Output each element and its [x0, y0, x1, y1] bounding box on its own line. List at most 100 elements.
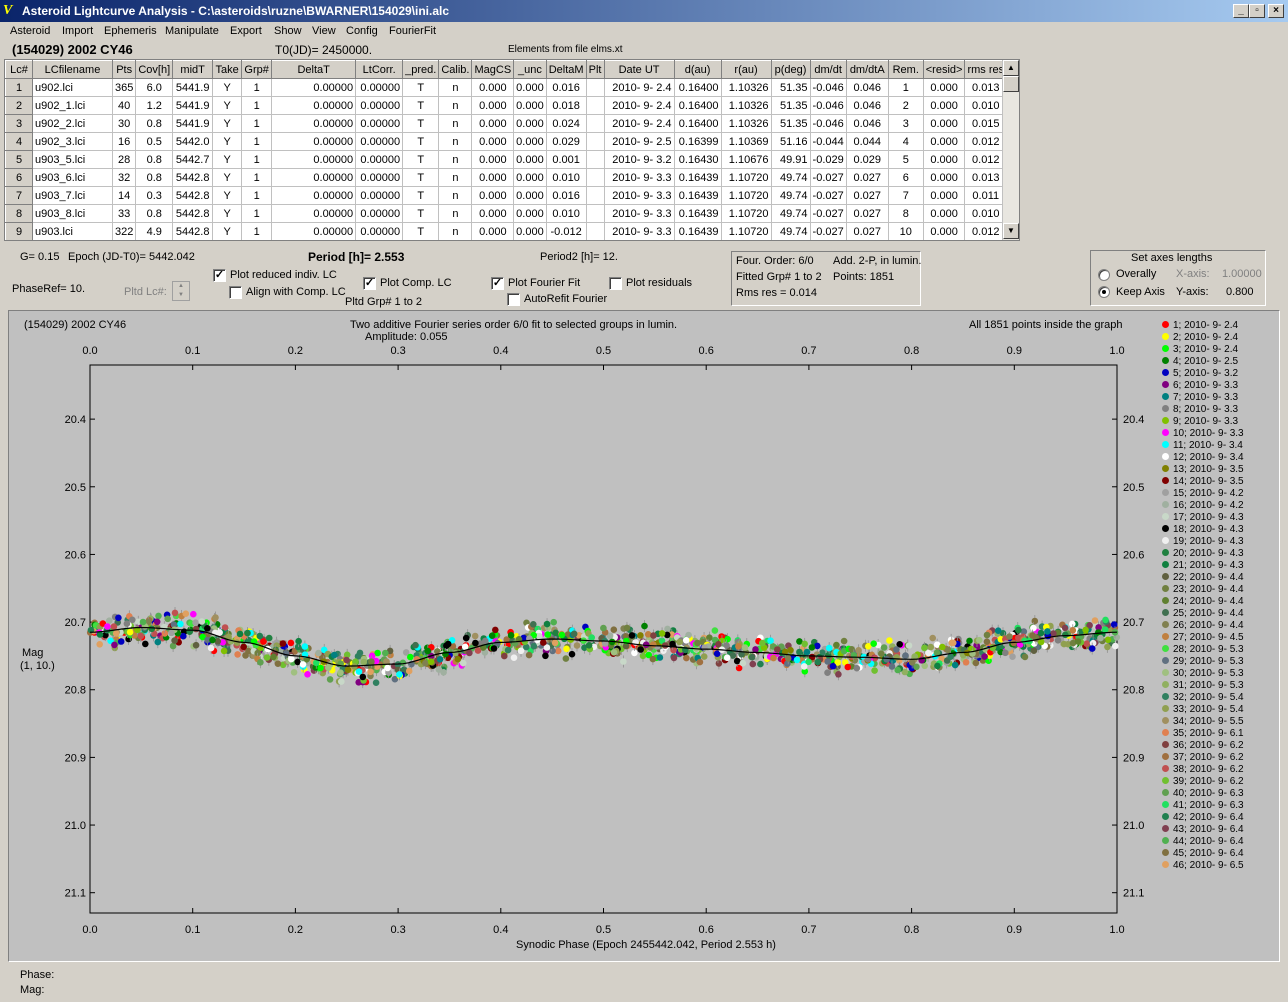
legend-swatch — [1162, 393, 1169, 400]
data-point — [234, 651, 241, 658]
legend-swatch — [1162, 501, 1169, 508]
data-point — [444, 640, 452, 648]
x-tick-label-top: 0.3 — [390, 345, 405, 357]
data-point — [886, 637, 893, 644]
data-point — [902, 652, 909, 659]
legend-label: 19; 2010- 9- 4.3 — [1173, 536, 1244, 547]
y-tick-label-right: 20.9 — [1123, 752, 1144, 764]
legend-label: 38; 2010- 9- 6.2 — [1173, 764, 1244, 775]
legend-label: 31; 2010- 9- 5.3 — [1173, 680, 1244, 691]
legend-label: 37; 2010- 9- 6.2 — [1173, 752, 1244, 763]
legend-label: 1; 2010- 9- 2.4 — [1173, 320, 1239, 331]
data-point — [117, 638, 125, 645]
legend-item: 22; 2010- 9- 4.4 — [1162, 572, 1244, 584]
legend-label: 44; 2010- 9- 6.4 — [1173, 836, 1244, 847]
legend-label: 4; 2010- 9- 2.5 — [1173, 356, 1239, 367]
legend-swatch — [1162, 765, 1169, 772]
data-point — [488, 632, 496, 639]
legend-label: 41; 2010- 9- 6.3 — [1173, 800, 1244, 811]
legend-item: 14; 2010- 9- 3.5 — [1162, 476, 1244, 488]
legend-swatch — [1162, 441, 1169, 448]
data-point — [871, 667, 878, 674]
data-point — [279, 640, 287, 647]
legend-swatch — [1162, 477, 1169, 484]
data-point — [256, 632, 264, 640]
data-point — [153, 618, 161, 626]
data-point — [774, 646, 781, 653]
legend-label: 18; 2010- 9- 4.3 — [1173, 524, 1244, 535]
data-point — [649, 655, 657, 663]
legend-item: 4; 2010- 9- 2.5 — [1162, 356, 1238, 368]
legend-item: 17; 2010- 9- 4.3 — [1162, 512, 1244, 524]
legend-swatch — [1162, 573, 1169, 580]
data-point — [948, 639, 956, 647]
data-point — [1006, 633, 1013, 640]
data-point — [536, 633, 543, 640]
data-point — [139, 618, 147, 626]
data-point — [1074, 638, 1082, 645]
data-point — [1037, 629, 1045, 637]
data-point — [299, 661, 307, 668]
legend-swatch — [1162, 645, 1169, 652]
data-point — [925, 649, 932, 657]
legend-item: 43; 2010- 9- 6.4 — [1162, 824, 1244, 836]
data-point — [198, 618, 206, 625]
lightcurve-plot[interactable]: 0.0 0.0 0.1 0.1 0.2 0.2 0.3 0.3 0.4 0.4 0.5 0.5 0.6 0… — [0, 0, 1288, 1002]
data-point — [724, 635, 731, 643]
legend-label: 11; 2010- 9- 3.4 — [1173, 440, 1243, 451]
data-point — [501, 652, 508, 660]
data-point — [664, 625, 671, 633]
data-point — [1112, 642, 1119, 650]
legend-item: 32; 2010- 9- 5.4 — [1162, 692, 1244, 704]
data-point — [482, 637, 489, 645]
legend-label: 27; 2010- 9- 4.5 — [1173, 632, 1244, 643]
x-tick-label: 0.0 — [82, 924, 97, 936]
data-point — [466, 649, 473, 657]
x-tick-label: 0.5 — [596, 924, 611, 936]
data-point — [542, 652, 549, 660]
x-tick-label-top: 0.5 — [596, 345, 611, 357]
legend-label: 35; 2010- 9- 6.1 — [1173, 728, 1244, 739]
data-point — [637, 632, 644, 639]
data-point — [530, 621, 537, 628]
data-point — [1015, 626, 1022, 634]
data-point — [894, 666, 901, 674]
legend-label: 36; 2010- 9- 6.2 — [1173, 740, 1244, 751]
legend-swatch — [1162, 537, 1169, 544]
data-point — [270, 653, 277, 661]
y-tick-label-right: 20.6 — [1123, 549, 1144, 561]
data-point — [207, 644, 215, 652]
data-point — [715, 641, 722, 648]
legend-swatch — [1162, 837, 1169, 844]
data-point — [588, 634, 595, 641]
legend-swatch — [1162, 525, 1169, 532]
data-point — [741, 644, 749, 651]
data-point — [148, 625, 156, 633]
y-tick-label: 20.7 — [65, 617, 86, 629]
legend-label: 33; 2010- 9- 5.4 — [1173, 704, 1244, 715]
legend-swatch — [1162, 777, 1169, 784]
data-point — [192, 625, 200, 633]
data-point — [883, 656, 890, 663]
legend-swatch — [1162, 669, 1169, 676]
data-point — [739, 659, 747, 667]
data-point — [1083, 640, 1090, 647]
legend-label: 45; 2010- 9- 6.4 — [1173, 848, 1244, 859]
data-point — [641, 622, 648, 630]
legend-label: 5; 2010- 9- 3.2 — [1173, 368, 1239, 379]
legend-label: 39; 2010- 9- 6.2 — [1173, 776, 1244, 787]
data-point — [490, 645, 498, 652]
data-point — [1097, 634, 1104, 642]
data-point — [171, 637, 178, 644]
legend-swatch — [1162, 417, 1169, 424]
data-point — [96, 641, 103, 648]
legend-swatch — [1162, 513, 1169, 520]
data-point — [382, 649, 389, 657]
legend-item: 26; 2010- 9- 4.4 — [1162, 620, 1244, 632]
y-tick-label: 20.9 — [65, 752, 86, 764]
data-point — [723, 654, 731, 661]
legend-item: 46; 2010- 9- 6.5 — [1162, 860, 1244, 872]
legend-item: 37; 2010- 9- 6.2 — [1162, 752, 1244, 764]
data-point — [563, 645, 570, 653]
legend-label: 16; 2010- 9- 4.2 — [1173, 500, 1244, 511]
